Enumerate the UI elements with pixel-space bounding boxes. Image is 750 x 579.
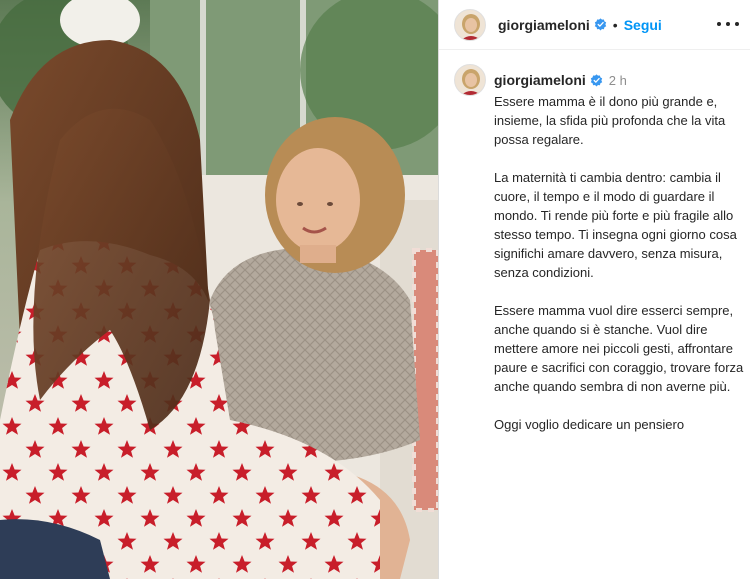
- more-dot: [717, 22, 721, 26]
- post-caption: giorgiameloni 2 h Essere mamma è il dono…: [454, 64, 744, 453]
- post-header: giorgiameloni • Segui: [439, 0, 750, 50]
- photo-illustration: [0, 0, 438, 579]
- caption-paragraph: Essere mamma è il dono più grande e, ins…: [494, 94, 726, 147]
- more-options-icon[interactable]: [717, 14, 739, 34]
- caption-paragraph: Essere mamma vuol dire esserci sempre, a…: [494, 303, 744, 394]
- avatar-image: [455, 65, 485, 95]
- more-dot: [726, 22, 730, 26]
- post-side-panel: giorgiameloni • Segui giorgiameloni 2 h …: [438, 0, 750, 579]
- verified-badge-icon: [590, 73, 602, 87]
- caption-username[interactable]: giorgiameloni: [494, 72, 586, 88]
- caption-avatar[interactable]: [454, 64, 486, 96]
- caption-text: Essere mamma è il dono più grande e, ins…: [494, 92, 750, 434]
- verified-badge-icon: [594, 18, 606, 31]
- avatar[interactable]: [454, 8, 486, 41]
- follow-button[interactable]: Segui: [624, 17, 662, 33]
- username[interactable]: giorgiameloni: [498, 17, 590, 33]
- more-dot: [735, 22, 739, 26]
- separator-dot: •: [612, 16, 618, 33]
- post-photo[interactable]: [0, 0, 438, 579]
- caption-paragraph: La maternità ti cambia dentro: cambia il…: [494, 170, 737, 280]
- caption-paragraph: Oggi voglio dedicare un pensiero: [494, 417, 685, 432]
- avatar-image: [455, 9, 485, 40]
- post-timestamp[interactable]: 2 h: [609, 73, 627, 88]
